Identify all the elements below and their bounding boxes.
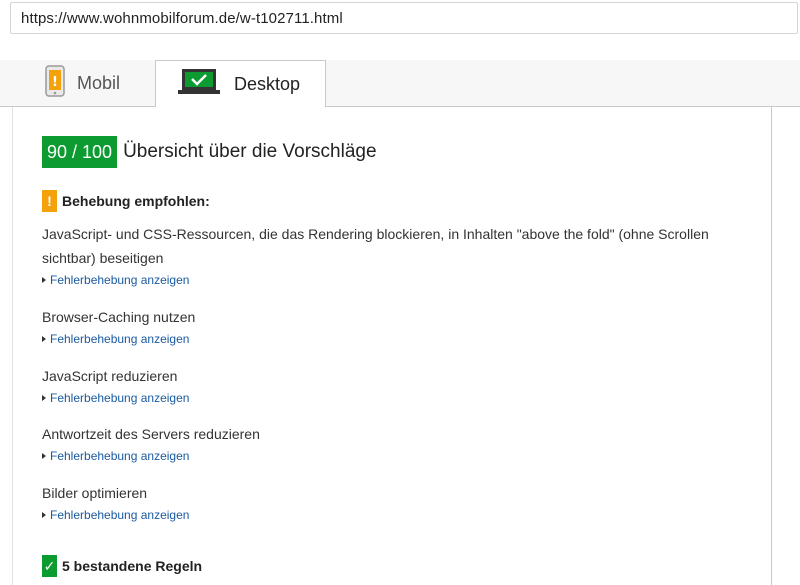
show-fix-link[interactable]: Fehlerbehebung anzeigen bbox=[42, 273, 732, 287]
expand-triangle-icon bbox=[42, 336, 46, 342]
rule-item: Antwortzeit des Servers reduzieren Fehle… bbox=[42, 422, 732, 463]
show-fix-link-text[interactable]: Fehlerbehebung anzeigen bbox=[50, 391, 189, 405]
rule-title: Antwortzeit des Servers reduzieren bbox=[42, 426, 260, 442]
show-fix-link[interactable]: Fehlerbehebung anzeigen bbox=[42, 508, 732, 522]
show-fix-link-text[interactable]: Fehlerbehebung anzeigen bbox=[50, 332, 189, 346]
expand-triangle-icon bbox=[42, 512, 46, 518]
summary-title: Übersicht über die Vorschläge bbox=[123, 141, 377, 162]
page-root: https://www.wohnmobilforum.de/w-t102711.… bbox=[0, 0, 800, 585]
show-fix-link-text[interactable]: Fehlerbehebung anzeigen bbox=[50, 273, 189, 287]
show-fix-link[interactable]: Fehlerbehebung anzeigen bbox=[42, 391, 732, 405]
address-bar[interactable]: https://www.wohnmobilforum.de/w-t102711.… bbox=[10, 2, 798, 34]
expand-triangle-icon bbox=[42, 395, 46, 401]
rule-item: JavaScript- und CSS-Ressourcen, die das … bbox=[42, 222, 732, 287]
scrollbar-gutter[interactable] bbox=[772, 107, 800, 585]
passed-section-title: 5 bestandene Regeln bbox=[62, 558, 203, 574]
rule-title: Bilder optimieren bbox=[42, 485, 148, 501]
results-panel: 90 / 100 Übersicht über die Vorschläge !… bbox=[12, 107, 772, 585]
tab-desktop-label: Desktop bbox=[234, 73, 301, 94]
rule-item: JavaScript reduzieren Fehlerbehebung anz… bbox=[42, 364, 732, 405]
tab-mobil[interactable]: ! Mobil bbox=[12, 60, 155, 107]
show-fix-link-text[interactable]: Fehlerbehebung anzeigen bbox=[50, 508, 189, 522]
warning-icon: ! bbox=[42, 190, 57, 212]
desktop-monitor-check-icon bbox=[178, 68, 220, 101]
show-fix-link-text[interactable]: Fehlerbehebung anzeigen bbox=[50, 449, 189, 463]
svg-text:!: ! bbox=[52, 75, 58, 90]
expand-triangle-icon bbox=[42, 453, 46, 459]
mobile-phone-warning-icon: ! bbox=[45, 65, 65, 102]
tab-mobil-label: Mobil bbox=[77, 73, 121, 93]
score-badge: 90 / 100 bbox=[42, 136, 118, 168]
rule-title: Browser-Caching nutzen bbox=[42, 309, 196, 325]
tab-desktop[interactable]: Desktop bbox=[155, 60, 326, 108]
device-tab-bar: ! Mobil Desktop bbox=[0, 60, 800, 108]
rule-title: JavaScript- und CSS-Ressourcen, die das … bbox=[42, 226, 709, 266]
expand-triangle-icon bbox=[42, 277, 46, 283]
rule-item: Bilder optimieren Fehlerbehebung anzeige… bbox=[42, 481, 732, 522]
passed-section-header[interactable]: ✓ 5 bestandene Regeln bbox=[42, 555, 202, 577]
show-fix-link[interactable]: Fehlerbehebung anzeigen bbox=[42, 332, 732, 346]
fix-section-header: ! Behebung empfohlen: bbox=[42, 190, 210, 212]
rule-title: JavaScript reduzieren bbox=[42, 368, 178, 384]
show-fix-link[interactable]: Fehlerbehebung anzeigen bbox=[42, 449, 732, 463]
fix-section-title: Behebung empfohlen: bbox=[62, 193, 210, 209]
address-bar-url[interactable]: https://www.wohnmobilforum.de/w-t102711.… bbox=[21, 10, 343, 27]
summary-header: 90 / 100 Übersicht über die Vorschläge bbox=[42, 136, 377, 168]
rule-item: Browser-Caching nutzen Fehlerbehebung an… bbox=[42, 305, 732, 346]
check-icon: ✓ bbox=[42, 555, 57, 577]
